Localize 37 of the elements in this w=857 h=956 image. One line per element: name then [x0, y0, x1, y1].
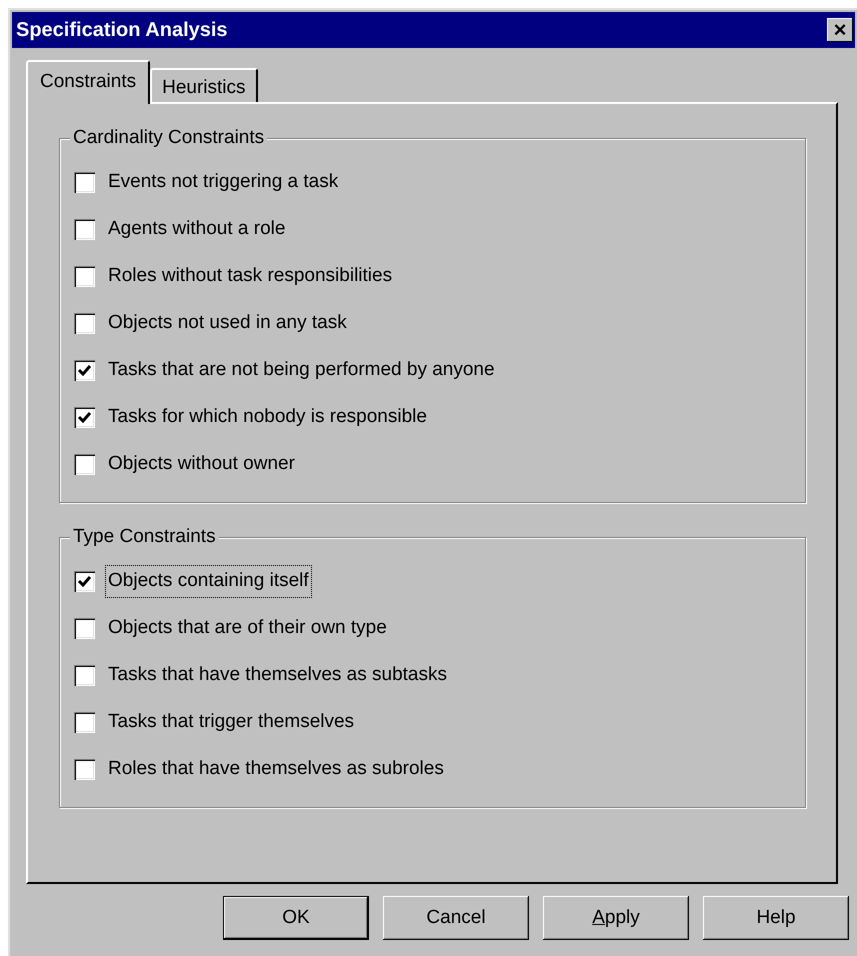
checkbox-label[interactable]: Tasks that are not being performed by anyone [105, 354, 498, 387]
checkbox[interactable] [74, 407, 95, 428]
checkbox[interactable] [74, 454, 95, 475]
checkbox[interactable] [74, 219, 95, 240]
checkbox-label[interactable]: Roles that have themselves as subroles [105, 753, 447, 786]
checkbox-label[interactable]: Objects not used in any task [105, 307, 350, 340]
checkbox[interactable] [74, 712, 95, 733]
checkbox-label[interactable]: Objects that are of their own type [105, 612, 390, 645]
checkbox[interactable] [74, 571, 95, 592]
checkbox-label[interactable]: Agents without a role [105, 213, 288, 246]
checkbox-label[interactable]: Events not triggering a task [105, 166, 342, 199]
checkbox[interactable] [74, 360, 95, 381]
checkbox-label[interactable]: Objects without owner [105, 448, 298, 481]
dialog-button[interactable]: Help [703, 896, 849, 940]
checkbox[interactable] [74, 313, 95, 334]
checkbox-label[interactable]: Roles without task responsibilities [105, 260, 396, 293]
check-icon [78, 365, 91, 376]
window-title: Specification Analysis [16, 18, 228, 43]
checkbox[interactable] [74, 172, 95, 193]
check-icon [78, 576, 91, 587]
close-button[interactable]: × [827, 18, 853, 42]
tab[interactable]: Heuristics [150, 68, 258, 102]
tab[interactable]: Constraints [26, 60, 150, 104]
group-title: Cardinality Constraints [70, 126, 268, 150]
dialog-button[interactable]: OK [223, 896, 369, 940]
checkbox[interactable] [74, 266, 95, 287]
checkbox-label[interactable]: Tasks for which nobody is responsible [105, 401, 430, 434]
checkbox-label[interactable]: Tasks that trigger themselves [105, 706, 358, 739]
dialog-button[interactable]: Cancel [383, 896, 529, 940]
checkbox[interactable] [74, 759, 95, 780]
dialog-button[interactable]: Apply [543, 896, 689, 940]
checkbox-label[interactable]: Tasks that have themselves as subtasks [105, 659, 450, 692]
group-title: Type Constraints [70, 525, 219, 549]
check-icon [78, 412, 91, 423]
checkbox[interactable] [74, 665, 95, 686]
checkbox-label[interactable]: Objects containing itself [105, 565, 312, 598]
checkbox[interactable] [74, 618, 95, 639]
